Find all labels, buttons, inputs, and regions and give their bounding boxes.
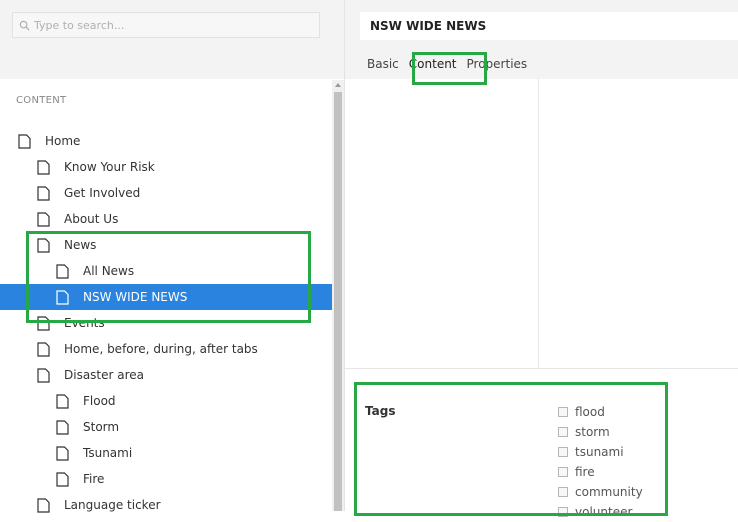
document-icon	[37, 159, 50, 175]
tree-item-flood[interactable]: Flood	[0, 388, 332, 414]
tree-item-events[interactable]: Events	[0, 310, 332, 336]
tree-item-label: Get Involved	[64, 186, 141, 200]
document-icon	[37, 341, 50, 357]
scroll-thumb[interactable]	[334, 92, 342, 511]
document-icon	[37, 211, 50, 227]
tag-list: flood storm tsunami fire community volun…	[558, 402, 643, 522]
document-icon	[37, 237, 50, 253]
document-icon	[56, 393, 69, 409]
document-icon	[37, 497, 50, 513]
tags-label: Tags	[365, 404, 396, 418]
tree-item-home-tabs[interactable]: Home, before, during, after tabs	[0, 336, 332, 362]
tree-item-home[interactable]: Home	[0, 128, 332, 154]
tag-checkbox[interactable]	[558, 407, 568, 417]
tag-label: flood	[575, 405, 605, 419]
tree-item-language-ticker[interactable]: Language ticker	[0, 492, 332, 518]
tree-item-disaster-area[interactable]: Disaster area	[0, 362, 332, 388]
document-icon	[56, 263, 69, 279]
tree-item-label: Disaster area	[64, 368, 145, 382]
search-input[interactable]	[34, 18, 314, 32]
search-box[interactable]	[12, 12, 320, 38]
tree-item-label: All News	[83, 264, 135, 278]
tag-checkbox[interactable]	[558, 507, 568, 517]
tree-item-label: News	[64, 238, 97, 252]
tag-label: community	[575, 485, 643, 499]
tree-item-label: NSW WIDE NEWS	[83, 290, 188, 304]
tree-item-label: Know Your Risk	[64, 160, 155, 174]
document-icon	[56, 289, 69, 305]
content-tree-panel: CONTENT Home Know Your Risk Get Involved…	[0, 0, 345, 513]
tree-item-label: Events	[64, 316, 105, 330]
tag-checkbox[interactable]	[558, 487, 568, 497]
tag-option-storm[interactable]: storm	[558, 422, 643, 442]
search-icon	[19, 20, 30, 31]
tree-item-about-us[interactable]: About Us	[0, 206, 332, 232]
document-icon	[18, 133, 31, 149]
document-icon	[56, 445, 69, 461]
section-label: CONTENT	[16, 95, 67, 106]
tab-basic[interactable]: Basic	[367, 57, 399, 71]
tree-scrollbar[interactable]	[332, 80, 344, 511]
document-icon	[37, 367, 50, 383]
content-bottom-divider	[345, 368, 738, 369]
tree-item-know-your-risk[interactable]: Know Your Risk	[0, 154, 332, 180]
tree-item-label: Flood	[83, 394, 116, 408]
document-icon	[56, 471, 69, 487]
tree-item-nsw-wide-news[interactable]: NSW WIDE NEWS	[0, 284, 332, 310]
tag-option-community[interactable]: community	[558, 482, 643, 502]
tag-label: storm	[575, 425, 610, 439]
content-tree: Home Know Your Risk Get Involved About U…	[0, 128, 332, 518]
tree-item-label: Fire	[83, 472, 105, 486]
tab-content[interactable]: Content	[409, 57, 457, 71]
tree-item-fire[interactable]: Fire	[0, 466, 332, 492]
editor-tabs: Basic Content Properties	[367, 57, 537, 71]
tag-option-tsunami[interactable]: tsunami	[558, 442, 643, 462]
tree-item-label: Storm	[83, 420, 120, 434]
tree-item-tsunami[interactable]: Tsunami	[0, 440, 332, 466]
tag-label: tsunami	[575, 445, 624, 459]
tree-item-label: Language ticker	[64, 498, 161, 512]
editor-header: NSW WIDE NEWS Basic Content Properties	[345, 0, 738, 79]
tree-item-news[interactable]: News	[0, 232, 332, 258]
tag-label: fire	[575, 465, 595, 479]
page-title: NSW WIDE NEWS	[360, 12, 738, 40]
document-icon	[56, 419, 69, 435]
tree-item-label: Tsunami	[83, 446, 133, 460]
tag-checkbox[interactable]	[558, 427, 568, 437]
content-divider	[538, 79, 539, 369]
tree-item-label: About Us	[64, 212, 119, 226]
tree-item-all-news[interactable]: All News	[0, 258, 332, 284]
tree-item-label: Home	[45, 134, 81, 148]
document-icon	[37, 185, 50, 201]
tag-checkbox[interactable]	[558, 467, 568, 477]
tag-checkbox[interactable]	[558, 447, 568, 457]
tag-option-volunteer[interactable]: volunteer	[558, 502, 643, 522]
content-editor-area	[345, 79, 738, 369]
tag-option-fire[interactable]: fire	[558, 462, 643, 482]
tab-properties[interactable]: Properties	[467, 57, 528, 71]
tag-option-flood[interactable]: flood	[558, 402, 643, 422]
tree-item-storm[interactable]: Storm	[0, 414, 332, 440]
tag-label: volunteer	[575, 505, 633, 519]
search-area	[0, 0, 344, 79]
tree-item-label: Home, before, during, after tabs	[64, 342, 258, 356]
scroll-up-arrow-icon[interactable]	[335, 83, 341, 87]
tree-item-get-involved[interactable]: Get Involved	[0, 180, 332, 206]
document-icon	[37, 315, 50, 331]
